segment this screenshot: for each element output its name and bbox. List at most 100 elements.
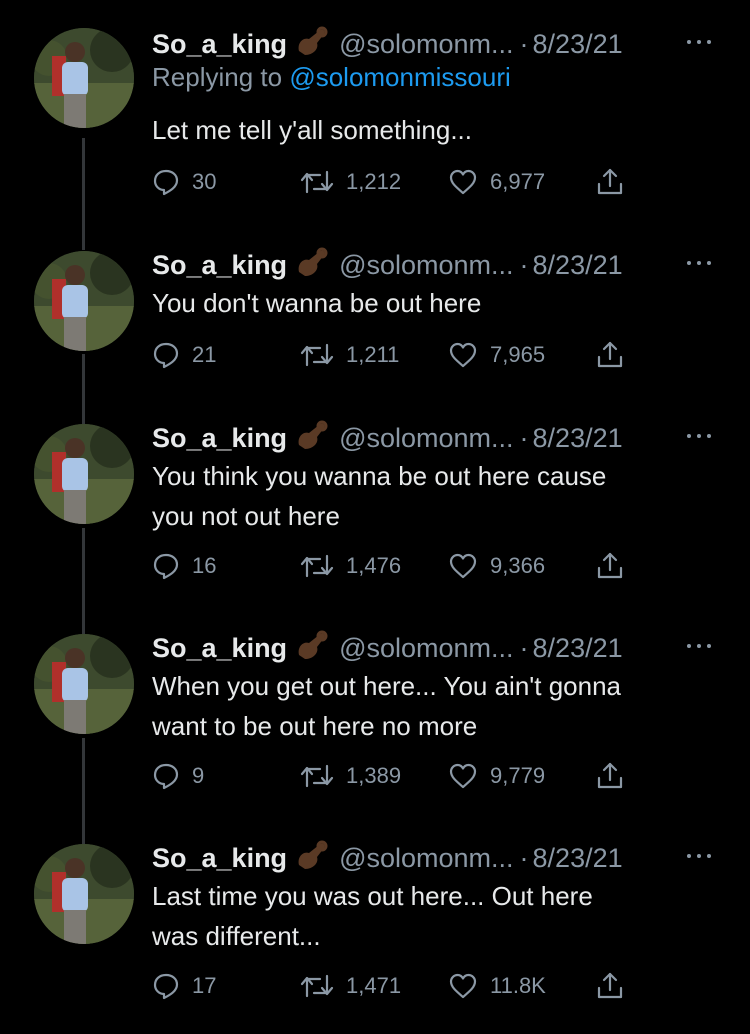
reply-count: 9 (192, 763, 205, 788)
thread-line (82, 354, 85, 424)
user-handle[interactable]: @solomonm... (339, 423, 513, 454)
retweet-button[interactable]: 1,476 (300, 548, 401, 584)
more-options-icon[interactable] (684, 253, 714, 273)
share-icon (597, 341, 623, 368)
retweet-button[interactable]: 1,471 (300, 968, 401, 1004)
tweet-text-line: When you get out here... You ain't gonna (152, 671, 621, 701)
tweet-text: Let me tell y'all something... (152, 110, 712, 150)
tweet-text-line: was different... (152, 921, 321, 951)
hand-emoji-icon (295, 839, 329, 878)
like-button[interactable]: 11.8K (448, 968, 546, 1004)
share-button[interactable] (595, 758, 625, 794)
retweet-count: 1,476 (346, 553, 402, 578)
display-name[interactable]: So_a_king (152, 423, 287, 454)
tweet-text-line: Let me tell y'all something... (152, 115, 472, 145)
tweet-date[interactable]: 8/23/21 (533, 250, 623, 281)
like-button[interactable]: 9,779 (448, 758, 545, 794)
reply-button[interactable]: 17 (152, 968, 216, 1004)
tweet-actions: 30 1,212 6,977 (152, 164, 632, 200)
avatar[interactable] (34, 251, 134, 351)
tweet-date[interactable]: 8/23/21 (533, 843, 623, 874)
avatar[interactable] (34, 424, 134, 524)
tweet-actions: 9 1,389 9,779 (152, 758, 632, 794)
thread-line (82, 138, 85, 250)
reply-button[interactable]: 9 (152, 758, 204, 794)
separator: · (519, 422, 529, 453)
display-name[interactable]: So_a_king (152, 250, 287, 281)
tweet-date[interactable]: 8/23/21 (533, 29, 623, 60)
profile-photo (34, 634, 134, 734)
user-handle[interactable]: @solomonm... (339, 843, 513, 874)
tweet-header: So_a_king @solomonm... · 8/23/21 (152, 22, 623, 66)
retweet-button[interactable]: 1,389 (300, 758, 401, 794)
separator: · (519, 842, 529, 873)
tweet-text: When you get out here... You ain't gonna… (152, 666, 712, 746)
heart-icon (449, 763, 477, 789)
more-options-icon[interactable] (684, 32, 714, 52)
display-name[interactable]: So_a_king (152, 633, 287, 664)
like-count: 9,779 (490, 763, 546, 788)
like-button[interactable]: 9,366 (448, 548, 545, 584)
user-handle[interactable]: @solomonm... (339, 633, 513, 664)
separator: · (519, 249, 529, 280)
share-button[interactable] (595, 164, 625, 200)
reply-count: 30 (192, 169, 217, 194)
tweet-actions: 21 1,211 7,965 (152, 337, 632, 373)
share-button[interactable] (595, 337, 625, 373)
retweet-count: 1,471 (346, 973, 402, 998)
tweet-actions: 17 1,471 11.8K (152, 968, 632, 1004)
replying-to-handle-link[interactable]: @solomonmissouri (289, 62, 510, 92)
share-icon (597, 762, 623, 789)
tweet-text-line: want to be out here no more (152, 711, 478, 741)
user-handle[interactable]: @solomonm... (339, 29, 513, 60)
like-button[interactable]: 7,965 (448, 337, 545, 373)
avatar[interactable] (34, 28, 134, 128)
replying-to-label: Replying to (152, 62, 283, 92)
more-options-icon[interactable] (684, 846, 714, 866)
share-button[interactable] (595, 968, 625, 1004)
tweet-date[interactable]: 8/23/21 (533, 633, 623, 664)
more-options-icon[interactable] (684, 636, 714, 656)
reply-button[interactable]: 30 (152, 164, 216, 200)
reply-button[interactable]: 21 (152, 337, 216, 373)
like-count: 6,977 (490, 169, 546, 194)
retweet-count: 1,212 (346, 169, 402, 194)
retweet-button[interactable]: 1,211 (300, 337, 399, 373)
retweet-count: 1,211 (346, 342, 400, 367)
like-count: 11.8K (490, 973, 546, 998)
retweet-icon (300, 764, 334, 788)
hand-emoji-icon (295, 629, 329, 668)
like-count: 7,965 (490, 342, 546, 367)
tweet-text: You don't wanna be out here (152, 283, 712, 323)
separator: · (519, 28, 529, 59)
retweet-icon (300, 554, 334, 578)
hand-emoji-icon (295, 246, 329, 285)
avatar[interactable] (34, 634, 134, 734)
share-icon (597, 972, 623, 999)
heart-icon (449, 973, 477, 999)
hand-emoji-icon (295, 25, 329, 64)
avatar[interactable] (34, 844, 134, 944)
retweet-button[interactable]: 1,212 (300, 164, 401, 200)
hand-emoji-icon (295, 419, 329, 458)
display-name[interactable]: So_a_king (152, 843, 287, 874)
reply-count: 21 (192, 342, 217, 367)
more-options-icon[interactable] (684, 426, 714, 446)
reply-icon (153, 169, 179, 196)
tweet-text: Last time you was out here... Out here w… (152, 876, 712, 956)
tweet-text-line: Last time you was out here... Out here (152, 881, 593, 911)
profile-photo (34, 28, 134, 128)
retweet-icon (300, 343, 334, 367)
like-button[interactable]: 6,977 (448, 164, 545, 200)
retweet-icon (300, 170, 334, 194)
retweet-icon (300, 974, 334, 998)
user-handle[interactable]: @solomonm... (339, 250, 513, 281)
reply-icon (153, 763, 179, 790)
display-name[interactable]: So_a_king (152, 29, 287, 60)
heart-icon (449, 553, 477, 579)
reply-button[interactable]: 16 (152, 548, 216, 584)
tweet-actions: 16 1,476 9,366 (152, 548, 632, 584)
tweet-date[interactable]: 8/23/21 (533, 423, 623, 454)
share-button[interactable] (595, 548, 625, 584)
heart-icon (449, 169, 477, 195)
